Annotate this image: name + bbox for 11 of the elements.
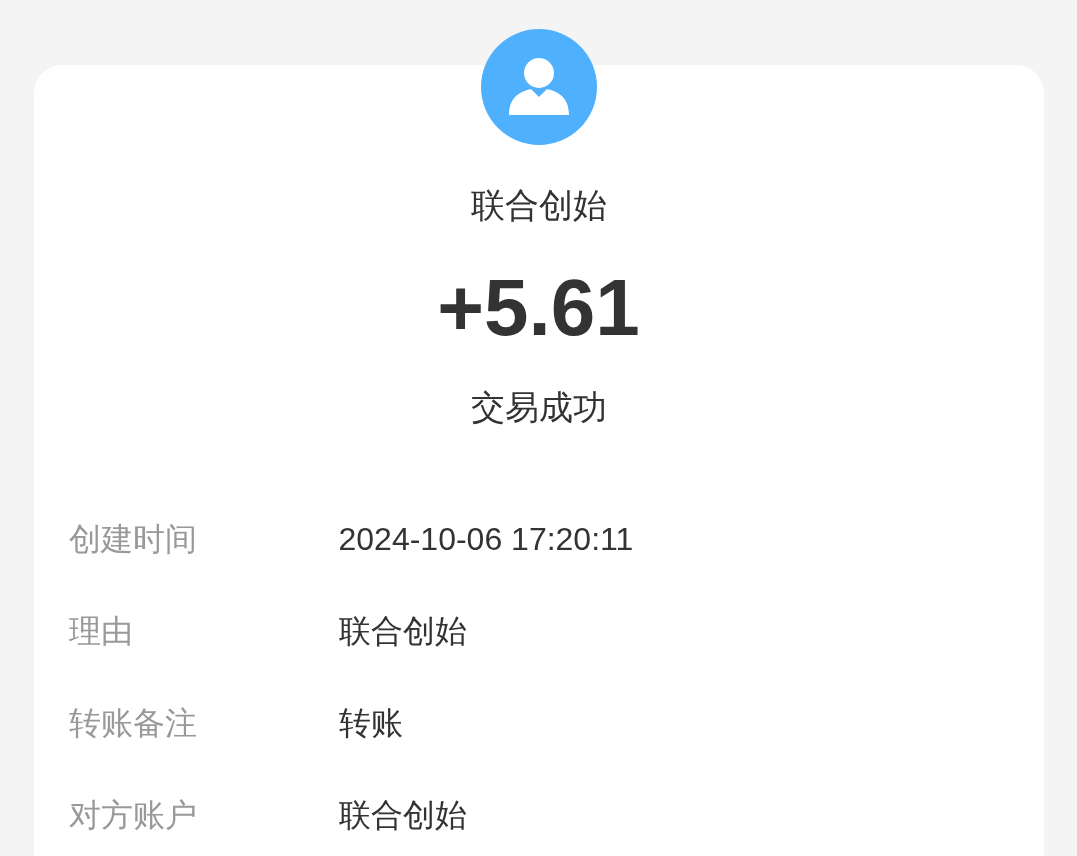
detail-value: 2024-10-06 17:20:11 bbox=[338, 520, 634, 559]
detail-value: 转账 bbox=[338, 704, 403, 743]
payee-name: 联合创始 bbox=[470, 184, 607, 227]
detail-label: 创建时间 bbox=[68, 519, 198, 560]
detail-label: 转账备注 bbox=[68, 703, 198, 744]
status: 交易成功 bbox=[470, 386, 607, 429]
detail-label: 理由 bbox=[68, 611, 134, 652]
detail-value: 联合创始 bbox=[338, 612, 467, 651]
detail-label: 对方账户 bbox=[68, 795, 198, 836]
amount: +5.61 bbox=[437, 263, 640, 353]
detail-value: 联合创始 bbox=[338, 796, 467, 835]
